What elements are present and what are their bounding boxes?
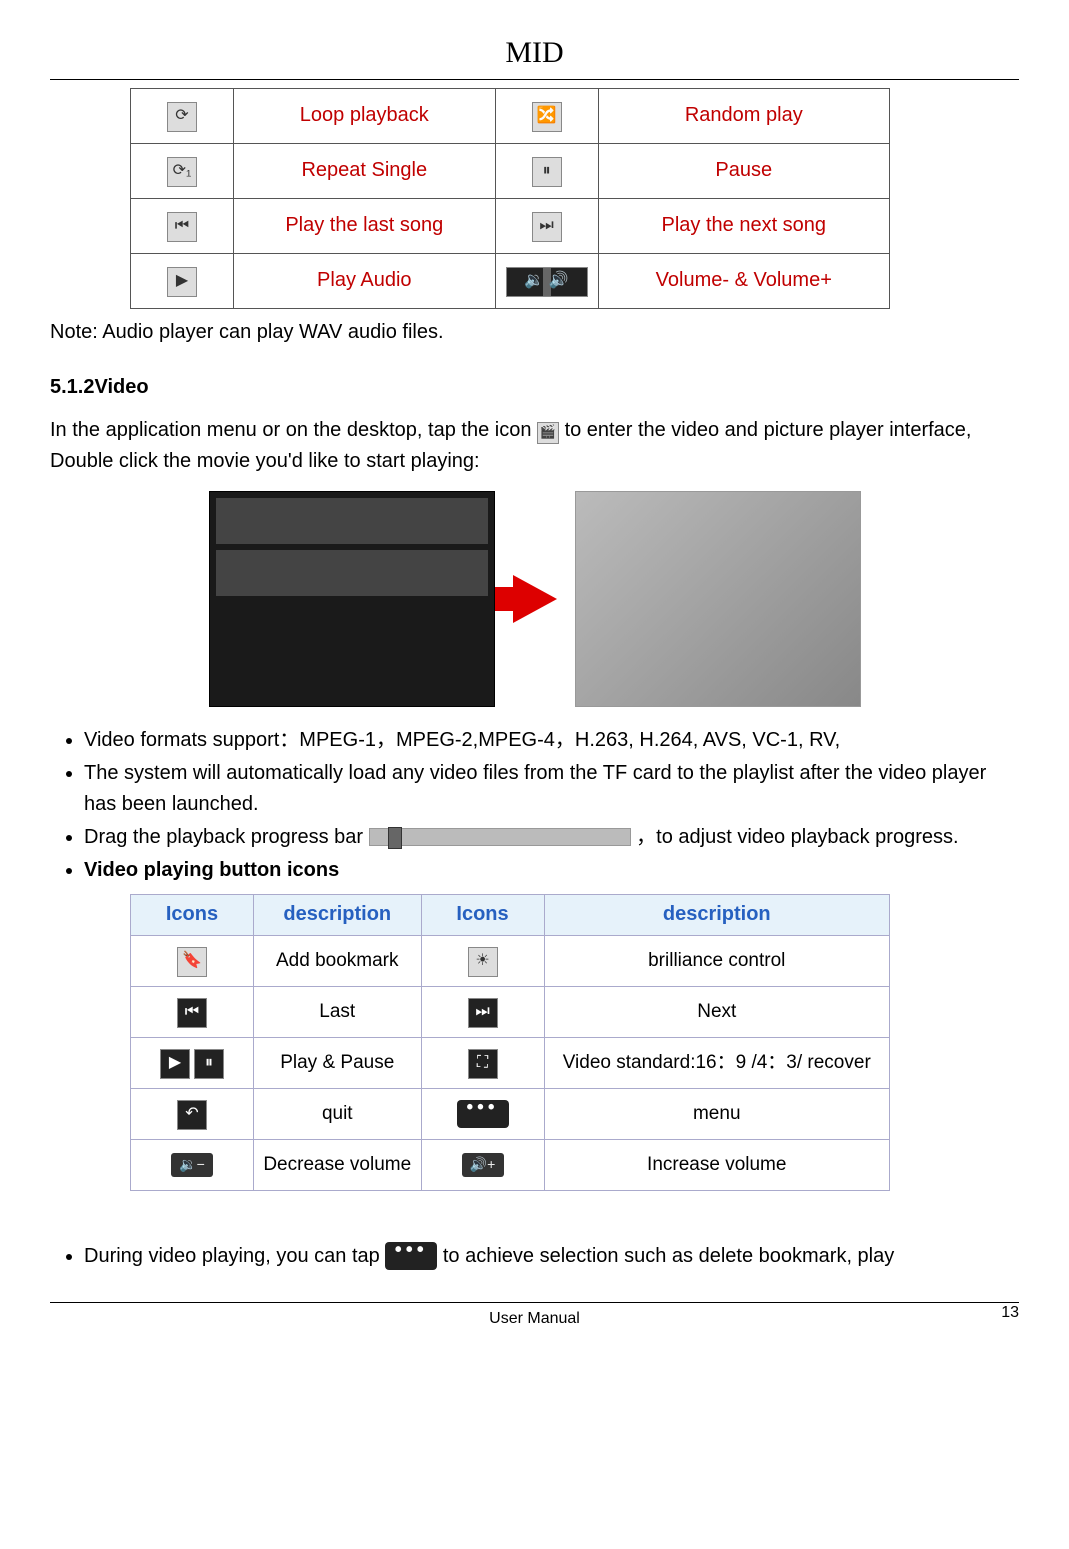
progress-bar-icon: [369, 828, 631, 846]
table-row: ▶⏸ Play & Pause ⛶ Video standard:16：9 /4…: [131, 1037, 890, 1088]
repeat-single-label: Repeat Single: [234, 143, 496, 198]
play-pause-label: Play & Pause: [254, 1037, 422, 1088]
video-playback-screenshot: [575, 491, 861, 707]
repeat-one-icon: ⟳₁: [131, 143, 234, 198]
col-desc-2: description: [544, 894, 889, 935]
closing-bullet-list: During video playing, you can tap ••• to…: [50, 1241, 1019, 1272]
vol-up-label: Increase volume: [544, 1139, 889, 1190]
pause-label: Pause: [598, 143, 889, 198]
previous-track-icon: ⏮: [131, 198, 234, 253]
brilliance-label: brilliance control: [544, 935, 889, 986]
shuffle-icon: 🔀: [495, 88, 598, 143]
table-row: ↶ quit ••• menu: [131, 1088, 890, 1139]
closing-suffix: to achieve selection such as delete book…: [443, 1245, 894, 1267]
volume-buttons-icon: 🔉 🔊: [495, 253, 598, 308]
drag-prefix: Drag the playback progress bar: [84, 826, 369, 848]
loop-icon: ⟳: [131, 88, 234, 143]
table-row: 🔖 Add bookmark ☀ brilliance control: [131, 935, 890, 986]
table-row: 🔉− Decrease volume 🔊+ Increase volume: [131, 1139, 890, 1190]
bullet-autoload: The system will automatically load any v…: [84, 758, 1019, 820]
prev-video-icon: ⏮: [131, 986, 254, 1037]
pause-icon: ⏸: [495, 143, 598, 198]
arrow-right-icon: [513, 575, 557, 623]
section-heading-video: 5.1.2Video: [50, 372, 1019, 403]
play-audio-label: Play Audio: [234, 253, 496, 308]
menu-label: menu: [544, 1088, 889, 1139]
next-song-label: Play the next song: [598, 198, 889, 253]
col-icons-2: Icons: [421, 894, 544, 935]
volume-label: Volume- & Volume+: [598, 253, 889, 308]
volume-down-icon: 🔉−: [131, 1139, 254, 1190]
col-icons-1: Icons: [131, 894, 254, 935]
brightness-icon: ☀: [421, 935, 544, 986]
play-icon: ▶: [131, 253, 234, 308]
footer-rule: [50, 1302, 1019, 1303]
table-row: ⏮ Last ⏭ Next: [131, 986, 890, 1037]
quit-label: quit: [254, 1088, 422, 1139]
video-app-icon: 🎬: [537, 422, 559, 444]
closing-bullet: During video playing, you can tap ••• to…: [84, 1241, 1019, 1272]
page-number: 13: [1001, 1301, 1019, 1326]
aspect-ratio-icon: ⛶: [421, 1037, 544, 1088]
table-row: ▶ Play Audio 🔉 🔊 Volume- & Volume+: [131, 253, 890, 308]
closing-prefix: During video playing, you can tap: [84, 1245, 385, 1267]
table-row: ⏮ Play the last song ⏭ Play the next son…: [131, 198, 890, 253]
menu-icon: •••: [421, 1088, 544, 1139]
video-intro-part1: In the application menu or on the deskto…: [50, 419, 537, 441]
vol-down-label: Decrease volume: [254, 1139, 422, 1190]
table-row: ⟳₁ Repeat Single ⏸ Pause: [131, 143, 890, 198]
last-song-label: Play the last song: [234, 198, 496, 253]
header-rule: [50, 79, 1019, 80]
audio-note: Note: Audio player can play WAV audio fi…: [50, 317, 1019, 348]
bookmark-label: Add bookmark: [254, 935, 422, 986]
col-desc-1: description: [254, 894, 422, 935]
bullet-formats: Video formats support：MPEG-1，MPEG-2,MPEG…: [84, 725, 1019, 756]
bullet-icon-heading: Video playing button icons: [84, 855, 1019, 886]
table-header-row: Icons description Icons description: [131, 894, 890, 935]
bullet-drag: Drag the playback progress bar ，to adjus…: [84, 822, 1019, 853]
last-label: Last: [254, 986, 422, 1037]
video-intro: In the application menu or on the deskto…: [50, 415, 1019, 477]
footer-label: User Manual: [489, 1310, 580, 1327]
drag-suffix: ，to adjust video playback progress.: [636, 826, 958, 848]
bookmark-icon: 🔖: [131, 935, 254, 986]
quit-icon: ↶: [131, 1088, 254, 1139]
next-track-icon: ⏭: [495, 198, 598, 253]
video-icons-table: Icons description Icons description 🔖 Ad…: [130, 894, 890, 1191]
doc-title: MID: [50, 30, 1019, 77]
play-pause-icon: ▶⏸: [131, 1037, 254, 1088]
menu-icon-inline: •••: [385, 1242, 437, 1270]
loop-label: Loop playback: [234, 88, 496, 143]
random-label: Random play: [598, 88, 889, 143]
next-label: Next: [544, 986, 889, 1037]
audio-icons-table: ⟳ Loop playback 🔀 Random play ⟳₁ Repeat …: [130, 88, 890, 309]
volume-up-icon: 🔊+: [421, 1139, 544, 1190]
next-video-icon: ⏭: [421, 986, 544, 1037]
footer: User Manual 13: [50, 1307, 1019, 1332]
screenshot-row: [50, 491, 1019, 707]
video-list-screenshot: [209, 491, 495, 707]
table-row: ⟳ Loop playback 🔀 Random play: [131, 88, 890, 143]
video-bullet-list: Video formats support：MPEG-1，MPEG-2,MPEG…: [50, 725, 1019, 886]
aspect-label: Video standard:16：9 /4：3/ recover: [544, 1037, 889, 1088]
